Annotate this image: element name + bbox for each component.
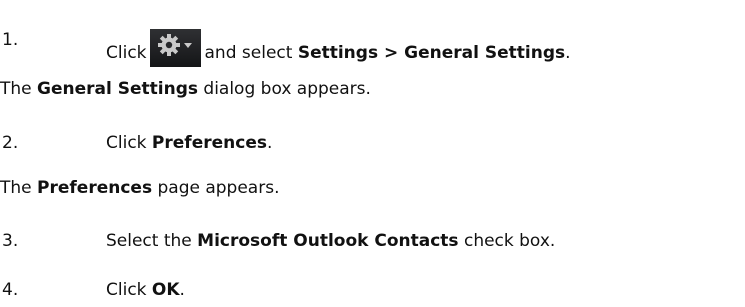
- step-tail: check box.: [463, 231, 556, 251]
- step-tail: .: [266, 133, 273, 153]
- result-1: The General Settings dialog box appears.: [0, 78, 371, 100]
- step-number: 2.: [2, 133, 19, 153]
- step-lead: Click: [106, 280, 147, 300]
- step-3: 3. Select the Microsoft Outlook Contacts…: [0, 230, 745, 252]
- step-text: Click Preferences.: [106, 132, 272, 154]
- step-number: 3.: [2, 231, 19, 251]
- result-pre: The: [0, 178, 32, 198]
- step-tail: .: [565, 43, 571, 63]
- gear-dropdown-icon[interactable]: [149, 29, 201, 67]
- step-bold: Microsoft Outlook Contacts: [197, 231, 459, 251]
- result-bold: General Settings: [37, 79, 198, 99]
- result-pre: The: [0, 79, 32, 99]
- step-number: 1.: [2, 30, 19, 50]
- result-2: The Preferences page appears.: [0, 177, 279, 199]
- step-4: 4. Click OK.: [0, 279, 745, 301]
- step-middle: and select: [204, 43, 293, 63]
- step-2: 2. Click Preferences.: [0, 132, 745, 154]
- step-text: Select the Microsoft Outlook Contacts ch…: [106, 230, 555, 252]
- step-number: 4.: [2, 280, 19, 300]
- result-post: page appears.: [157, 178, 280, 198]
- step-lead: Click: [106, 43, 147, 63]
- step-lead: Select the: [106, 231, 192, 251]
- step-bold: OK: [151, 280, 180, 300]
- step-text: Click and select Settings > General Sett…: [106, 29, 571, 67]
- step-text: Click OK.: [106, 279, 185, 301]
- step-bold: Preferences: [151, 133, 267, 153]
- result-bold: Preferences: [37, 178, 153, 198]
- step-tail: .: [179, 280, 185, 300]
- menu-path: Settings > General Settings: [297, 43, 566, 63]
- result-post: dialog box appears.: [203, 79, 371, 99]
- step-lead: Click: [106, 133, 147, 153]
